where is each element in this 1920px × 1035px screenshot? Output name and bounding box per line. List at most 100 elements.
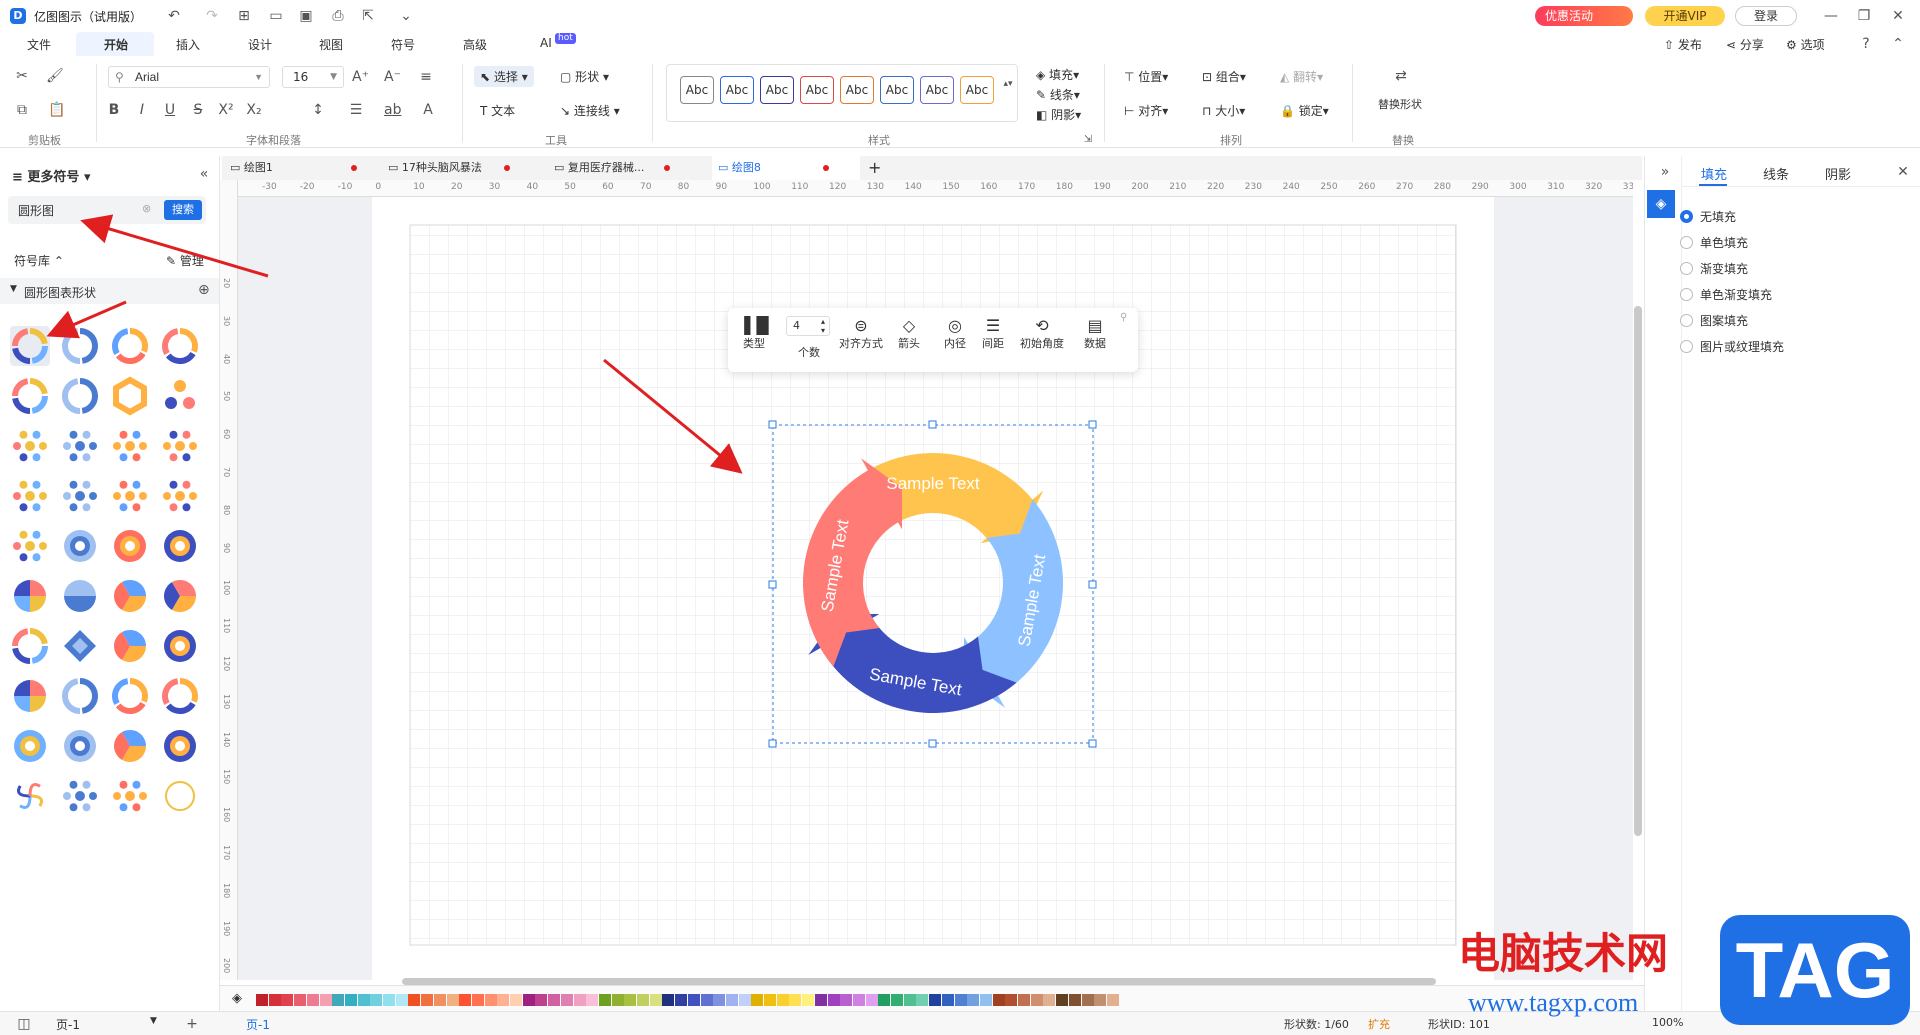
color-swatch[interactable] xyxy=(306,994,319,1006)
circle-chart-shape-40[interactable] xyxy=(160,776,200,816)
color-swatch[interactable] xyxy=(573,994,586,1006)
style-preset-2[interactable]: Abc xyxy=(720,76,754,104)
ft-spacing[interactable]: ☰ 间距 xyxy=(978,316,1008,351)
color-swatch[interactable] xyxy=(954,994,967,1006)
collapse-right-icon[interactable]: » xyxy=(1657,164,1673,180)
color-swatch[interactable] xyxy=(522,994,535,1006)
circle-chart-shape-31[interactable] xyxy=(110,676,150,716)
diagram-segment-text-1[interactable]: Sample Text xyxy=(886,474,980,493)
color-swatch[interactable] xyxy=(535,994,548,1006)
align-button[interactable]: ⊢ 对齐▾ xyxy=(1124,102,1168,119)
circle-chart-shape-28[interactable] xyxy=(160,626,200,666)
fill-option-label[interactable]: 渐变填充 xyxy=(1700,260,1748,277)
circle-chart-shape-2[interactable] xyxy=(60,326,100,366)
fill-option-label[interactable]: 图片或纹理填充 xyxy=(1700,338,1784,355)
color-swatch[interactable] xyxy=(802,994,815,1006)
circle-chart-shape-14[interactable] xyxy=(60,476,100,516)
zoom-level[interactable]: 100% xyxy=(1652,1016,1683,1029)
color-swatch[interactable] xyxy=(370,994,383,1006)
color-swatch[interactable] xyxy=(865,994,878,1006)
subscript-icon[interactable]: X₂ xyxy=(246,102,262,118)
menu-file[interactable]: 文件 xyxy=(27,36,51,53)
circle-chart-shape-3[interactable] xyxy=(110,326,150,366)
close-panel-icon[interactable]: ✕ xyxy=(1895,164,1911,180)
circle-chart-shape-39[interactable] xyxy=(110,776,150,816)
color-swatch[interactable] xyxy=(687,994,700,1006)
tab-brainstorm[interactable]: ▭ 17种头脑风暴法 xyxy=(388,156,536,180)
color-swatch[interactable] xyxy=(1030,994,1043,1006)
color-swatch[interactable] xyxy=(332,994,345,1006)
search-input[interactable]: 圆形图 ⊗ 搜索 xyxy=(8,196,206,224)
circle-chart-shape-1[interactable] xyxy=(10,326,50,366)
color-swatch[interactable] xyxy=(979,994,992,1006)
align-icon[interactable]: ≡ xyxy=(418,69,434,85)
ft-data[interactable]: ▤ 数据 xyxy=(1080,316,1110,351)
group-button[interactable]: ⊡ 组合▾ xyxy=(1202,68,1246,85)
style-preset-3[interactable]: Abc xyxy=(760,76,794,104)
color-swatch[interactable] xyxy=(256,994,268,1006)
circle-chart-shape-36[interactable] xyxy=(160,726,200,766)
fill-option-radio[interactable] xyxy=(1680,340,1693,353)
fill-button[interactable]: ◈ 填充▾ xyxy=(1036,66,1079,83)
circular-arrow-diagram[interactable]: Sample TextSample TextSample TextSample … xyxy=(763,413,1103,753)
circle-chart-shape-4[interactable] xyxy=(160,326,200,366)
menu-view[interactable]: 视图 xyxy=(319,36,343,53)
italic-icon[interactable]: I xyxy=(134,102,150,118)
page-select[interactable]: 页-1 ▼ xyxy=(56,1016,160,1033)
fill-bucket-icon[interactable]: ◈ xyxy=(232,991,242,1006)
font-color-icon[interactable]: A xyxy=(420,102,436,118)
style-preset-8[interactable]: Abc xyxy=(960,76,994,104)
color-swatch[interactable] xyxy=(1018,994,1030,1006)
circle-chart-shape-11[interactable] xyxy=(110,426,150,466)
circle-chart-shape-29[interactable] xyxy=(10,676,50,716)
color-swatch[interactable] xyxy=(344,994,357,1006)
tab-line[interactable]: 线条 xyxy=(1763,164,1789,183)
style-preset-1[interactable]: Abc xyxy=(680,76,714,104)
horizontal-scrollbar[interactable] xyxy=(402,978,1436,985)
color-swatch[interactable] xyxy=(395,994,408,1006)
font-size-select[interactable]: 16 ▼ xyxy=(282,66,344,88)
circle-chart-shape-23[interactable] xyxy=(110,576,150,616)
menu-home[interactable]: 开始 xyxy=(104,36,128,53)
add-category-icon[interactable]: ⊕ xyxy=(198,282,210,298)
close-icon[interactable]: ✕ xyxy=(1890,8,1906,24)
lock-button[interactable]: 🔒 锁定▾ xyxy=(1280,102,1329,119)
color-swatch[interactable] xyxy=(459,994,472,1006)
circle-chart-shape-25[interactable] xyxy=(10,626,50,666)
color-swatch[interactable] xyxy=(421,994,434,1006)
circle-chart-shape-12[interactable] xyxy=(160,426,200,466)
fill-option-label[interactable]: 单色填充 xyxy=(1700,234,1748,251)
circle-chart-shape-35[interactable] xyxy=(110,726,150,766)
color-swatch[interactable] xyxy=(1081,994,1094,1006)
color-swatch[interactable] xyxy=(967,994,980,1006)
color-swatch[interactable] xyxy=(713,994,726,1006)
count-input[interactable]: 4 ▴ ▾ xyxy=(786,316,830,336)
menu-insert[interactable]: 插入 xyxy=(176,36,200,53)
bold-icon[interactable]: B xyxy=(106,102,122,118)
position-button[interactable]: ⊤ 位置▾ xyxy=(1124,68,1168,85)
color-swatch[interactable] xyxy=(484,994,497,1006)
color-swatch[interactable] xyxy=(611,994,624,1006)
color-swatch[interactable] xyxy=(637,994,649,1006)
shadow-button[interactable]: ◧ 阴影▾ xyxy=(1036,106,1081,123)
tab-drawing8[interactable]: ▭ 绘图8 xyxy=(712,156,860,180)
style-preset-6[interactable]: Abc xyxy=(880,76,914,104)
tab-drawing1[interactable]: ▭ 绘图1 xyxy=(230,156,378,180)
panel-title[interactable]: ≡ 更多符号 ▾ xyxy=(12,166,91,185)
color-swatch[interactable] xyxy=(827,994,840,1006)
bullet-list-icon[interactable]: ☰ xyxy=(348,102,364,118)
connector-tool-button[interactable]: ↘ 连接线 ▾ xyxy=(560,102,620,119)
font-family-select[interactable]: Arial ⚲ ▼ xyxy=(108,66,270,88)
color-swatch[interactable] xyxy=(891,994,903,1006)
circle-chart-shape-38[interactable] xyxy=(60,776,100,816)
color-swatch[interactable] xyxy=(510,994,522,1006)
open-icon[interactable]: ▭ xyxy=(268,8,284,24)
options-button[interactable]: ⚙ 选项 xyxy=(1786,36,1825,53)
color-swatch[interactable] xyxy=(675,994,688,1006)
color-swatch[interactable] xyxy=(751,994,764,1006)
minimize-icon[interactable]: — xyxy=(1823,8,1839,24)
search-button[interactable]: 搜索 xyxy=(164,200,202,220)
shape-tool-button[interactable]: ▢ 形状 ▾ xyxy=(560,68,609,85)
cut-icon[interactable]: ✂ xyxy=(14,68,30,84)
circle-chart-shape-22[interactable] xyxy=(60,576,100,616)
